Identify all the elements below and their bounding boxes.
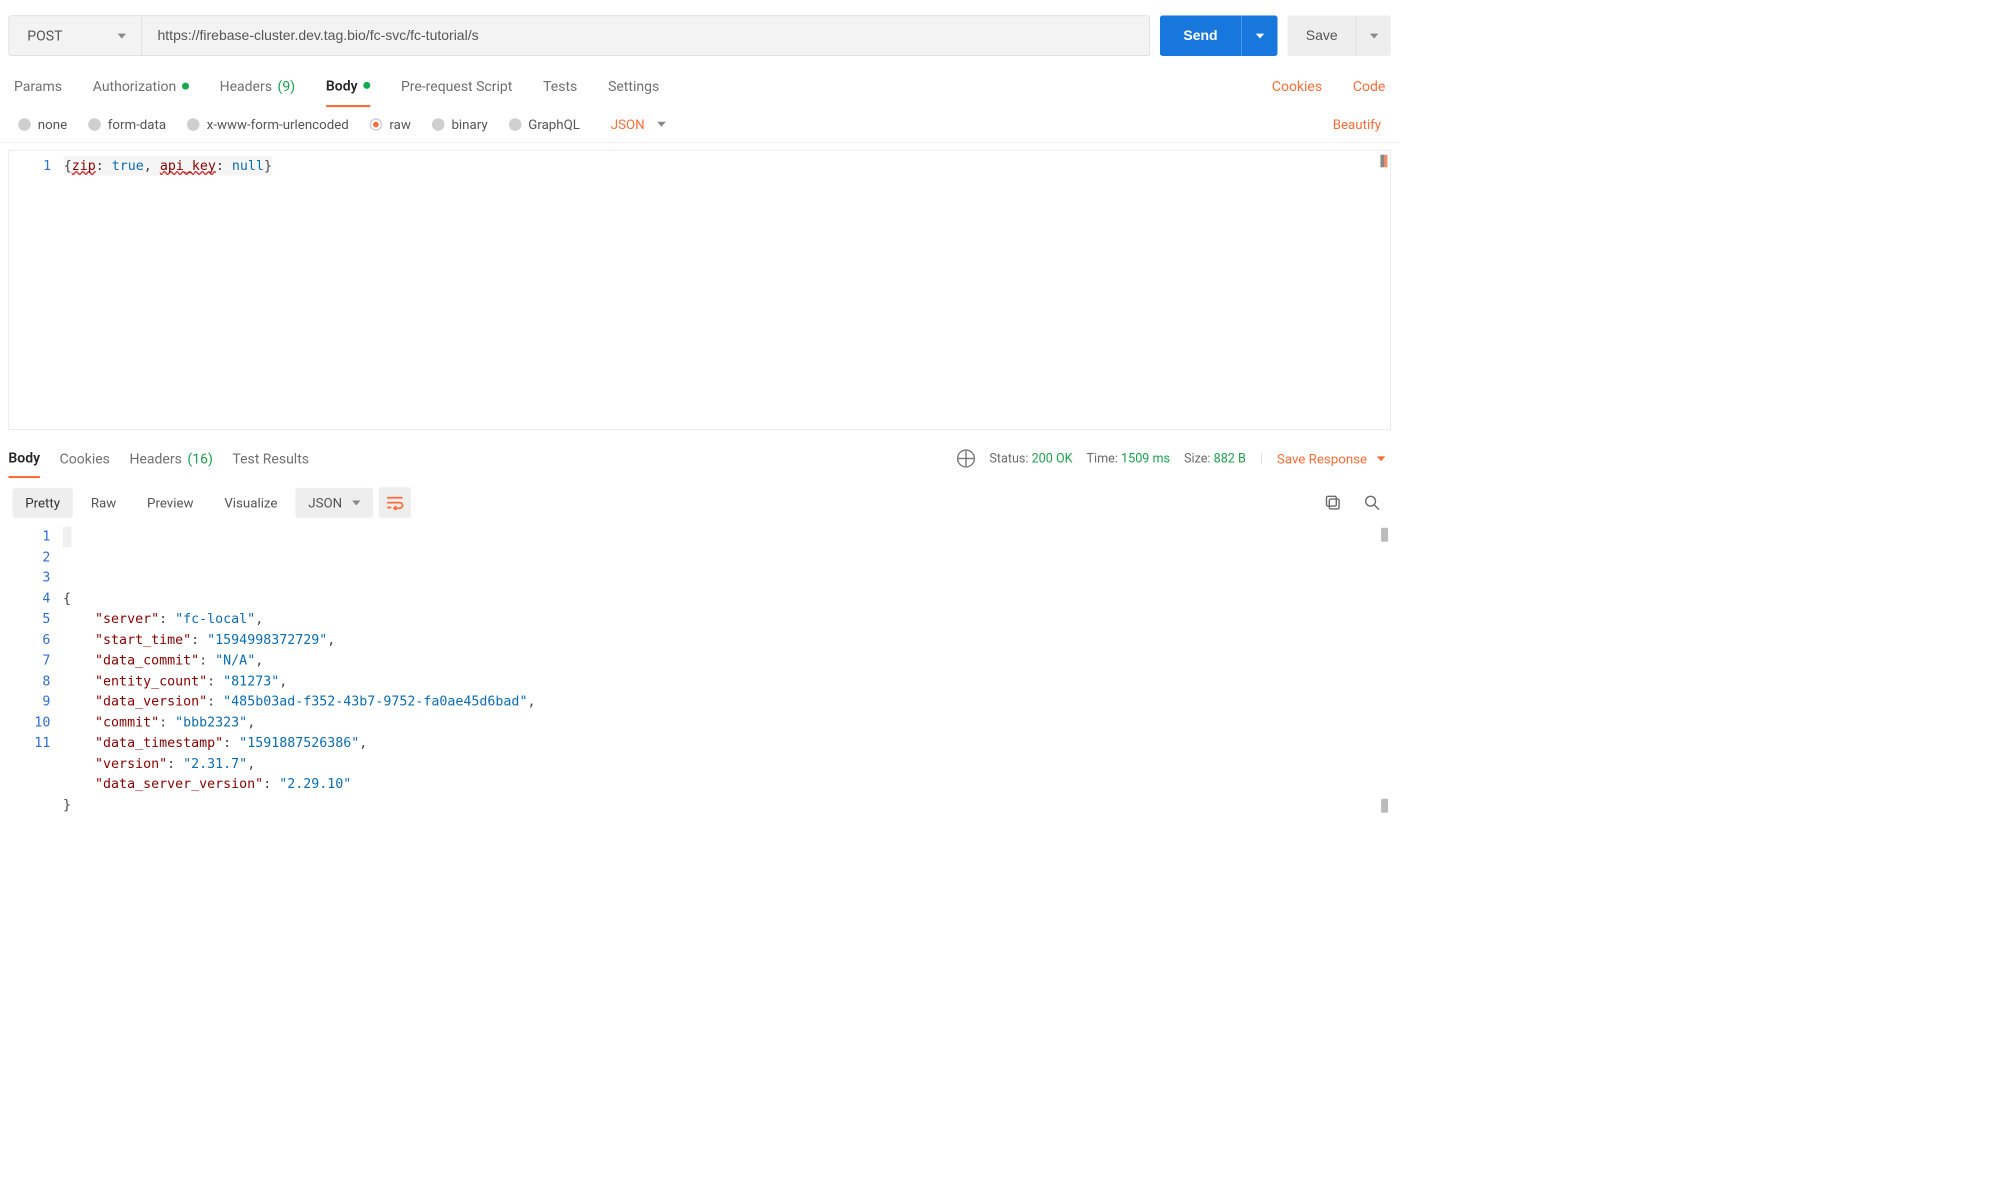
size-label: Size: xyxy=(1184,451,1210,466)
body-type-urlencoded[interactable]: x-www-form-urlencoded xyxy=(187,116,349,132)
headers-count: (9) xyxy=(278,78,296,95)
response-tab-body[interactable]: Body xyxy=(8,449,40,478)
body-type-radios: none form-data x-www-form-urlencoded raw… xyxy=(18,116,665,132)
send-button[interactable]: Send xyxy=(1160,15,1242,56)
chevron-down-icon xyxy=(118,33,126,38)
response-body-editor[interactable]: 1234567891011 { "server": "fc-local", "s… xyxy=(0,524,1399,837)
view-visualize[interactable]: Visualize xyxy=(212,488,290,518)
response-toolbar-right xyxy=(1324,494,1381,512)
globe-icon[interactable] xyxy=(957,449,975,467)
request-tabs: Params Authorization Headers (9) Body Pr… xyxy=(14,77,659,106)
copy-icon[interactable] xyxy=(1324,494,1342,512)
request-url-input[interactable] xyxy=(142,16,1149,55)
view-preview[interactable]: Preview xyxy=(134,488,206,518)
chevron-down-icon xyxy=(1256,33,1264,38)
tab-settings[interactable]: Settings xyxy=(608,78,659,106)
body-type-graphql[interactable]: GraphQL xyxy=(509,116,580,132)
radio-icon xyxy=(187,118,200,131)
view-raw[interactable]: Raw xyxy=(78,488,129,518)
request-bar: POST Send Save xyxy=(0,0,1399,64)
radio-icon xyxy=(509,118,522,131)
code-link[interactable]: Code xyxy=(1353,78,1385,106)
http-method-value: POST xyxy=(27,27,62,44)
editor-code-area[interactable]: {zip: true, api_key: null} xyxy=(64,151,1391,430)
tab-headers[interactable]: Headers (9) xyxy=(220,78,295,106)
save-button-group: Save xyxy=(1288,15,1391,56)
status-label: Status: xyxy=(989,451,1028,466)
request-tabs-row: Params Authorization Headers (9) Body Pr… xyxy=(0,64,1399,106)
save-button[interactable]: Save xyxy=(1288,15,1356,56)
wrap-lines-button[interactable] xyxy=(379,487,411,518)
time-value: 1509 ms xyxy=(1121,451,1170,466)
response-header-row: Body Cookies Headers (16) Test Results S… xyxy=(0,430,1399,478)
scrollbar-thumb[interactable] xyxy=(1381,799,1388,813)
request-body-editor[interactable]: 1 {zip: true, api_key: null} xyxy=(8,150,1391,430)
chevron-down-icon xyxy=(1370,33,1378,38)
status-value: 200 OK xyxy=(1032,451,1073,466)
response-meta: Status: 200 OK Time: 1509 ms Size: 882 B… xyxy=(957,449,1385,477)
radio-icon xyxy=(370,118,383,131)
response-tab-test-results[interactable]: Test Results xyxy=(232,450,309,477)
time-label: Time: xyxy=(1087,451,1118,466)
editor-gutter: 1 xyxy=(9,151,64,430)
chevron-down-icon xyxy=(657,122,665,127)
view-pretty[interactable]: Pretty xyxy=(13,488,73,518)
save-response-button[interactable]: Save Response xyxy=(1277,450,1385,466)
tab-pre-request-script[interactable]: Pre-request Script xyxy=(401,78,512,106)
chevron-down-icon xyxy=(1377,456,1385,461)
radio-icon xyxy=(88,118,101,131)
tab-body[interactable]: Body xyxy=(326,77,370,107)
body-type-raw[interactable]: raw xyxy=(370,116,411,132)
body-type-none[interactable]: none xyxy=(18,116,67,132)
size-value: 882 B xyxy=(1214,451,1246,466)
response-headers-count: (16) xyxy=(187,450,212,467)
response-tabs: Body Cookies Headers (16) Test Results xyxy=(8,449,309,477)
response-toolbar: Pretty Raw Preview Visualize JSON xyxy=(0,477,1399,523)
scrollbar-thumb[interactable] xyxy=(1381,528,1388,542)
body-type-row: none form-data x-www-form-urlencoded raw… xyxy=(0,106,1399,142)
status-dot-icon xyxy=(363,82,370,89)
save-dropdown-button[interactable] xyxy=(1356,15,1391,56)
response-format-select[interactable]: JSON xyxy=(296,488,373,518)
search-icon[interactable] xyxy=(1363,494,1381,512)
beautify-button[interactable]: Beautify xyxy=(1333,116,1381,132)
send-dropdown-button[interactable] xyxy=(1241,15,1277,56)
http-method-select[interactable]: POST xyxy=(9,16,142,55)
editor-scroll-indicator xyxy=(1380,155,1387,168)
send-button-group: Send xyxy=(1160,15,1278,56)
body-format-select[interactable]: JSON xyxy=(611,116,666,132)
url-group: POST xyxy=(8,15,1149,56)
radio-icon xyxy=(432,118,445,131)
response-code[interactable]: { "server": "fc-local", "start_time": "1… xyxy=(63,524,1391,816)
body-type-binary[interactable]: binary xyxy=(432,116,488,132)
request-tab-links: Cookies Code xyxy=(1272,78,1385,106)
tab-tests[interactable]: Tests xyxy=(543,78,577,106)
wrap-icon xyxy=(386,495,404,510)
status-dot-icon xyxy=(182,83,189,90)
response-tab-headers[interactable]: Headers (16) xyxy=(129,450,212,477)
radio-icon xyxy=(18,118,31,131)
body-type-form-data[interactable]: form-data xyxy=(88,116,166,132)
tab-params[interactable]: Params xyxy=(14,78,62,106)
cookies-link[interactable]: Cookies xyxy=(1272,78,1322,106)
response-view-modes: Pretty Raw Preview Visualize JSON xyxy=(13,487,411,518)
response-gutter: 1234567891011 xyxy=(8,524,63,816)
chevron-down-icon xyxy=(352,500,360,505)
tab-authorization[interactable]: Authorization xyxy=(93,78,189,106)
response-tab-cookies[interactable]: Cookies xyxy=(60,450,110,477)
